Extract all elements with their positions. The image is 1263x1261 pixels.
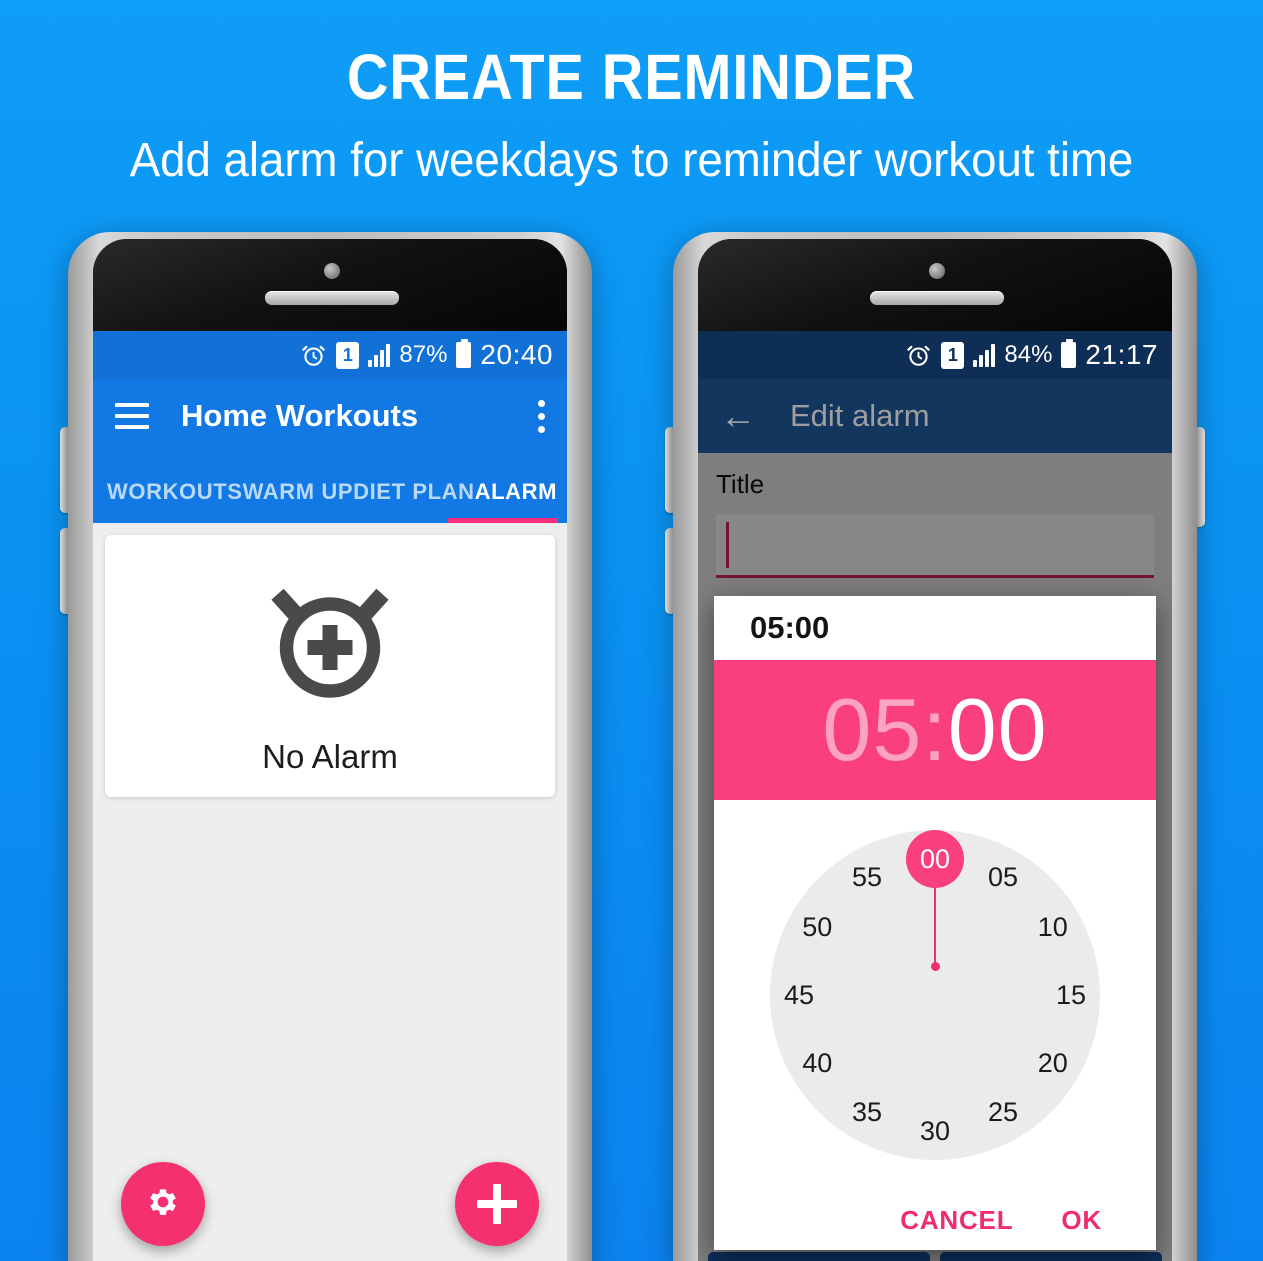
overflow-menu-icon[interactable]	[537, 399, 545, 433]
app-bar-right: ← Edit alarm	[698, 379, 1172, 453]
settings-fab[interactable]	[121, 1162, 205, 1246]
alarm-clock-icon-right	[905, 342, 932, 369]
sim-card-icon: 1	[336, 341, 360, 369]
left-phone-screen: 1 87% 20:40 Home Workouts WORKOUTS WARM …	[93, 331, 567, 1261]
tab-alarm[interactable]: ALARM	[475, 479, 557, 523]
app-bar-title: Home Workouts	[181, 398, 419, 433]
battery-icon-right	[1061, 339, 1077, 368]
clock-face-container: 00 05 10 15 20 25 30 35 40 45 50 55	[714, 800, 1156, 1190]
minutes-display[interactable]: 00	[948, 679, 1048, 781]
done-button[interactable]: DONE	[708, 1252, 930, 1261]
back-arrow-icon[interactable]: ←	[720, 398, 756, 434]
dialog-cancel-button[interactable]: CANCEL	[900, 1205, 1013, 1236]
dialog-ok-button[interactable]: OK	[1061, 1205, 1102, 1236]
time-colon: :	[922, 680, 948, 779]
tab-warm-up[interactable]: WARM UP	[243, 479, 354, 523]
phone-inner-right: 1 84% 21:17 ← Edit alarm Title 05:00 05 …	[698, 239, 1172, 1261]
clock-number-25[interactable]: 25	[974, 1084, 1032, 1142]
signal-bars-icon	[368, 343, 391, 367]
time-display: 05:00	[714, 660, 1156, 800]
clock-number-40[interactable]: 40	[788, 1034, 846, 1092]
text-caret	[726, 522, 729, 568]
clock-face[interactable]: 00 05 10 15 20 25 30 35 40 45 50 55	[770, 830, 1100, 1160]
battery-icon	[456, 339, 472, 368]
gear-icon	[144, 1183, 182, 1226]
title-input[interactable]	[716, 514, 1154, 578]
dialog-actions: CANCEL OK	[714, 1190, 1156, 1250]
left-phone-mockup: 1 87% 20:40 Home Workouts WORKOUTS WARM …	[50, 232, 610, 1261]
tab-bar: WORKOUTS WARM UP DIET PLAN ALARM	[93, 453, 567, 523]
hours-display[interactable]: 05	[822, 679, 922, 781]
add-alarm-fab[interactable]	[455, 1162, 539, 1246]
alarm-clock-icon	[300, 342, 327, 369]
phone-top-bezel	[93, 239, 567, 331]
clock-number-30[interactable]: 30	[906, 1102, 964, 1160]
edit-alarm-content: Title ✓ Mo 21:	[698, 453, 1172, 1261]
page-title: CREATE REMINDER	[346, 41, 917, 113]
app-bar-title-right: Edit alarm	[790, 398, 930, 433]
tab-workouts[interactable]: WORKOUTS	[107, 479, 243, 523]
no-alarm-card[interactable]: No Alarm	[105, 535, 555, 797]
clock-label: 20:40	[480, 339, 553, 370]
hamburger-menu-icon[interactable]	[115, 403, 149, 429]
front-camera-icon-right	[929, 263, 945, 279]
alarm-list-content: No Alarm	[93, 523, 567, 1261]
alarm-add-icon	[255, 565, 405, 720]
right-phone-mockup: 1 84% 21:17 ← Edit alarm Title 05:00 05 …	[655, 232, 1215, 1261]
clock-number-00[interactable]: 00	[906, 830, 964, 888]
tab-diet-plan[interactable]: DIET PLAN	[353, 479, 475, 523]
clock-number-55[interactable]: 55	[838, 848, 896, 906]
cancel-button[interactable]: CANCEL	[940, 1252, 1162, 1261]
front-camera-icon	[324, 263, 340, 279]
dialog-title: 05:00	[750, 610, 830, 645]
sim-card-icon-right: 1	[941, 341, 965, 369]
right-phone-screen: 1 84% 21:17 ← Edit alarm Title 05:00 05 …	[698, 331, 1172, 1261]
phone-inner: 1 87% 20:40 Home Workouts WORKOUTS WARM …	[93, 239, 567, 1261]
earpiece-speaker-right	[870, 291, 1004, 305]
clock-number-20[interactable]: 20	[1024, 1034, 1082, 1092]
phone-body-right: 1 84% 21:17 ← Edit alarm Title 05:00 05 …	[673, 232, 1197, 1261]
clock-center-dot	[931, 962, 940, 971]
plus-icon	[477, 1184, 517, 1224]
status-bar-right: 1 84% 21:17	[698, 331, 1172, 379]
clock-number-45[interactable]: 45	[770, 966, 828, 1024]
battery-percent-label-right: 84%	[1004, 341, 1053, 368]
phone-body: 1 87% 20:40 Home Workouts WORKOUTS WARM …	[68, 232, 592, 1261]
clock-number-50[interactable]: 50	[788, 898, 846, 956]
page-subtitle: Add alarm for weekdays to reminder worko…	[129, 134, 1134, 187]
clock-number-10[interactable]: 10	[1024, 898, 1082, 956]
title-label: Title	[716, 469, 765, 499]
clock-label-right: 21:17	[1085, 339, 1158, 370]
app-bar: Home Workouts	[93, 379, 567, 453]
no-alarm-label: No Alarm	[262, 737, 398, 775]
earpiece-speaker	[265, 291, 399, 305]
status-bar: 1 87% 20:40	[93, 331, 567, 379]
battery-percent-label: 87%	[399, 341, 448, 368]
phone-top-bezel-right	[698, 239, 1172, 331]
signal-bars-icon-right	[973, 343, 996, 367]
clock-number-35[interactable]: 35	[838, 1084, 896, 1142]
clock-number-15[interactable]: 15	[1042, 966, 1100, 1024]
time-picker-dialog: 05:00 05:00 00 05 10 15 20 25 30 35 40 45 50 55 CAN…	[714, 596, 1156, 1250]
